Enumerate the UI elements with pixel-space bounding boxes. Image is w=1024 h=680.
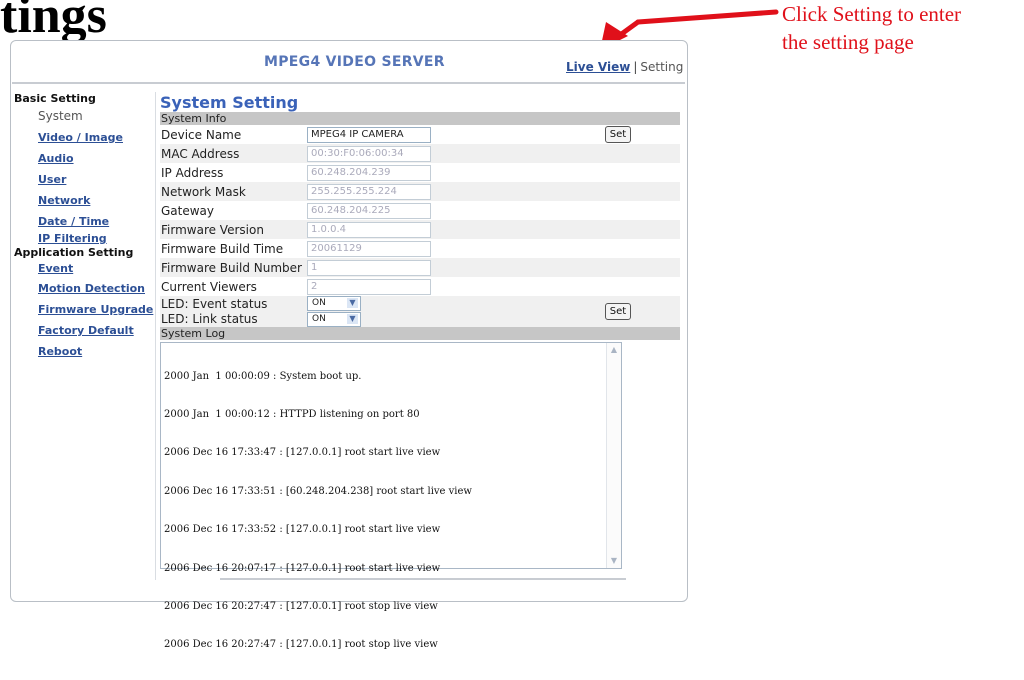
row-current-viewers: Current Viewers 2 bbox=[160, 277, 680, 296]
bottom-divider bbox=[220, 578, 626, 580]
current-viewers-field: 2 bbox=[307, 279, 431, 295]
sidebar-item-ip-filtering[interactable]: IP Filtering bbox=[38, 232, 154, 246]
chevron-down-icon: ▼ bbox=[347, 298, 358, 308]
page-title: System Setting bbox=[160, 93, 299, 112]
led-link-select[interactable]: ON ▼ bbox=[307, 312, 361, 327]
firmware-version-field: 1.0.0.4 bbox=[307, 222, 431, 238]
set-button-led[interactable]: Set bbox=[605, 303, 631, 320]
mac-address-label: MAC Address bbox=[161, 147, 240, 161]
led-link-value: ON bbox=[312, 314, 326, 324]
led-event-value: ON bbox=[312, 298, 326, 308]
firmware-version-label: Firmware Version bbox=[161, 223, 264, 237]
log-line: 2006 Dec 16 17:33:52 : [127.0.0.1] root … bbox=[164, 524, 441, 536]
scroll-up-icon[interactable]: ▲ bbox=[609, 345, 619, 355]
device-name-label: Device Name bbox=[161, 128, 242, 142]
sidebar-item-date-time[interactable]: Date / Time bbox=[38, 211, 154, 232]
banner-title: MPEG4 VIDEO SERVER bbox=[264, 54, 445, 70]
row-firmware-version: Firmware Version 1.0.0.4 bbox=[160, 220, 680, 239]
log-line: 2000 Jan 1 00:00:12 : HTTPD listening on… bbox=[164, 408, 420, 420]
log-line: 2006 Dec 16 20:27:47 : [127.0.0.1] root … bbox=[164, 639, 438, 651]
sidebar: Basic Setting System Video / Image Audio… bbox=[14, 92, 154, 362]
sidebar-item-firmware-upgrade[interactable]: Firmware Upgrade bbox=[38, 299, 154, 320]
section-system-info: System Info bbox=[160, 112, 680, 125]
sidebar-item-factory-default[interactable]: Factory Default bbox=[38, 320, 154, 341]
log-lines: 2000 Jan 1 00:00:09 : System boot up. 20… bbox=[161, 343, 621, 680]
firmware-build-time-label: Firmware Build Time bbox=[161, 242, 284, 256]
network-mask-label: Network Mask bbox=[161, 185, 246, 199]
scroll-down-icon[interactable]: ▼ bbox=[609, 556, 619, 566]
row-gateway: Gateway 60.248.204.225 bbox=[160, 201, 680, 220]
firmware-build-number-label: Firmware Build Number bbox=[161, 261, 302, 275]
top-navigation: Live View | Setting bbox=[566, 60, 683, 74]
row-firmware-build-number: Firmware Build Number 1 bbox=[160, 258, 680, 277]
device-name-input[interactable]: MPEG4 IP CAMERA bbox=[307, 127, 431, 143]
led-event-label: LED: Event status bbox=[161, 297, 268, 311]
sidebar-item-system[interactable]: System bbox=[38, 106, 154, 127]
sidebar-item-reboot[interactable]: Reboot bbox=[38, 341, 154, 362]
set-button-device-name[interactable]: Set bbox=[605, 126, 631, 143]
sidebar-header-application: Application Setting bbox=[14, 246, 134, 259]
row-device-name: Device Name MPEG4 IP CAMERA Set bbox=[160, 125, 680, 144]
sidebar-divider bbox=[155, 92, 156, 580]
gateway-label: Gateway bbox=[161, 204, 215, 218]
nav-separator: | bbox=[633, 60, 638, 74]
chevron-down-icon: ▼ bbox=[347, 314, 358, 324]
current-viewers-label: Current Viewers bbox=[161, 280, 257, 294]
row-network-mask: Network Mask 255.255.255.224 bbox=[160, 182, 680, 201]
row-led-link: LED: Link status ON ▼ Set bbox=[160, 303, 680, 327]
sidebar-header-basic: Basic Setting bbox=[14, 92, 96, 105]
log-scrollbar[interactable]: ▲ ▼ bbox=[606, 343, 621, 568]
row-led-event: LED: Event status ON ▼ bbox=[160, 296, 680, 311]
sidebar-item-audio[interactable]: Audio bbox=[38, 148, 154, 169]
sidebar-item-video-image[interactable]: Video / Image bbox=[38, 127, 154, 148]
network-mask-field: 255.255.255.224 bbox=[307, 184, 431, 200]
row-firmware-build-time: Firmware Build Time 20061129 bbox=[160, 239, 680, 258]
log-line: 2000 Jan 1 00:00:09 : System boot up. bbox=[164, 370, 362, 382]
firmware-build-number-field: 1 bbox=[307, 260, 431, 276]
log-line: 2006 Dec 16 20:07:17 : [127.0.0.1] root … bbox=[164, 562, 441, 574]
live-view-link[interactable]: Live View bbox=[566, 60, 630, 74]
led-event-select[interactable]: ON ▼ bbox=[307, 296, 361, 311]
sidebar-item-event[interactable]: Event bbox=[38, 260, 154, 278]
sidebar-item-motion-detection[interactable]: Motion Detection bbox=[38, 278, 154, 299]
ip-address-field: 60.248.204.239 bbox=[307, 165, 431, 181]
main-panel: System Setting System Info Device Name M… bbox=[160, 94, 680, 340]
log-line: 2006 Dec 16 20:27:47 : [127.0.0.1] root … bbox=[164, 600, 438, 612]
firmware-build-time-field: 20061129 bbox=[307, 241, 431, 257]
ip-address-label: IP Address bbox=[161, 166, 224, 180]
section-system-log: System Log bbox=[160, 327, 680, 340]
system-log-textarea[interactable]: 2000 Jan 1 00:00:09 : System boot up. 20… bbox=[160, 342, 622, 650]
sidebar-item-network[interactable]: Network bbox=[38, 190, 154, 211]
sidebar-item-user[interactable]: User bbox=[38, 169, 154, 190]
row-mac-address: MAC Address 00:30:F0:06:00:34 bbox=[160, 144, 680, 163]
led-link-label: LED: Link status bbox=[161, 312, 258, 326]
log-line: 2006 Dec 16 17:33:51 : [60.248.204.238] … bbox=[164, 485, 472, 497]
row-ip-address: IP Address 60.248.204.239 bbox=[160, 163, 680, 182]
setting-link[interactable]: Setting bbox=[640, 60, 683, 74]
mac-address-field: 00:30:F0:06:00:34 bbox=[307, 146, 431, 162]
banner-divider bbox=[12, 82, 685, 84]
log-line: 2006 Dec 16 17:33:47 : [127.0.0.1] root … bbox=[164, 447, 441, 459]
gateway-field: 60.248.204.225 bbox=[307, 203, 431, 219]
